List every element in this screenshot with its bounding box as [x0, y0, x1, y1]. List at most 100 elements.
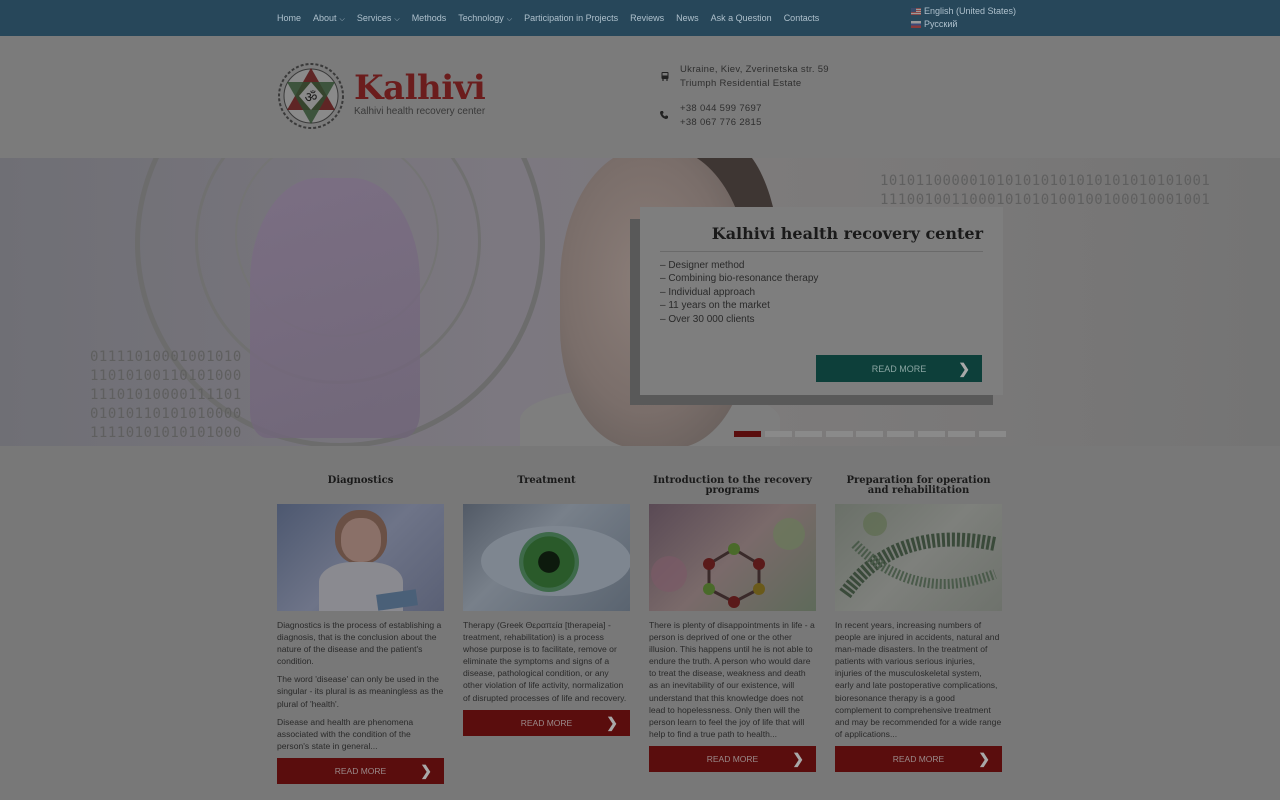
- button-label: READ MORE: [520, 717, 573, 728]
- slider-read-more-button[interactable]: READ MORE ❯: [816, 355, 982, 382]
- slider-dot[interactable]: [917, 431, 945, 437]
- chevron-right-icon: ❯: [792, 750, 804, 767]
- read-more-button[interactable]: READ MORE ❯: [835, 745, 1002, 772]
- language-label: Русский: [924, 19, 958, 29]
- nav-item-methods[interactable]: Methods: [412, 13, 447, 23]
- column-title[interactable]: Introduction to the recovery programs: [649, 466, 816, 504]
- feature-list-item: – 11 years on the market: [660, 300, 770, 312]
- recovery-programs-image[interactable]: [649, 504, 816, 611]
- nav-item-label: Reviews: [630, 13, 665, 23]
- phone-icon: [659, 111, 668, 120]
- diagnostics-image[interactable]: [277, 504, 444, 611]
- phone-numbers: +38 044 599 7697 +38 067 776 2815: [680, 102, 762, 130]
- slider-dot[interactable]: [856, 431, 884, 437]
- slider-dot[interactable]: [886, 431, 914, 437]
- language-label: English (United States): [924, 6, 1017, 16]
- slider-dot[interactable]: [795, 431, 823, 437]
- column-text: Therapy (Greek Θεραπεία [therapeia] - tr…: [463, 619, 630, 704]
- nav-item-label: Technology: [458, 12, 504, 23]
- bus-icon: [661, 72, 669, 81]
- column-title[interactable]: Diagnostics: [277, 466, 444, 504]
- brand-tagline: Kalhivi health recovery center: [354, 106, 486, 117]
- chevron-down-icon: ⌵: [339, 15, 345, 23]
- button-label: READ MORE: [334, 765, 387, 776]
- chevron-right-icon: ❯: [978, 750, 990, 767]
- slider-dot[interactable]: [978, 431, 1006, 437]
- slider-dot[interactable]: [948, 431, 976, 437]
- language-option[interactable]: Русский: [911, 18, 1016, 30]
- nav-item-home[interactable]: Home: [277, 13, 301, 23]
- column-recovery-programs: Introduction to the recovery programs Th…: [649, 466, 816, 772]
- address: Ukraine, Kiev, Zverinetska str. 59 Trium…: [680, 63, 829, 91]
- binary-decoration-left: 01111010001001010 11010100110101000 1110…: [90, 349, 242, 441]
- read-more-button[interactable]: READ MORE ❯: [277, 757, 444, 784]
- column-paragraph: Therapy (Greek Θεραπεία [therapeia] - tr…: [463, 620, 627, 703]
- nav-item-technology[interactable]: Technology ⌵: [458, 13, 512, 24]
- site-header: [0, 36, 1280, 158]
- chevron-right-icon: ❯: [420, 762, 432, 779]
- slider-dot[interactable]: [764, 431, 792, 437]
- read-more-button[interactable]: READ MORE ❯: [649, 745, 816, 772]
- column-text: There is plenty of disappointments in li…: [649, 619, 816, 740]
- phone-2[interactable]: +38 067 776 2815: [680, 116, 762, 130]
- nav-item-participation-in-projects[interactable]: Participation in Projects: [524, 13, 618, 23]
- molecule-illustration: [651, 518, 805, 608]
- column-diagnostics: Diagnostics Diagnostics is the process o…: [277, 466, 444, 784]
- language-option[interactable]: English (United States): [911, 5, 1016, 17]
- nav-item-label: About: [313, 12, 337, 23]
- nav-item-label: News: [676, 13, 699, 23]
- slider-title: Kalhivi health recovery center: [711, 224, 983, 243]
- nav-item-news[interactable]: News: [676, 13, 699, 23]
- button-label: READ MORE: [871, 363, 927, 374]
- phone-1[interactable]: +38 044 599 7697: [680, 102, 762, 116]
- nav-item-about[interactable]: About ⌵: [313, 13, 345, 24]
- read-more-button[interactable]: READ MORE ❯: [463, 709, 630, 736]
- nav-item-services[interactable]: Services ⌵: [357, 13, 400, 24]
- svg-text:ॐ: ॐ: [305, 90, 318, 106]
- column-title[interactable]: Treatment: [463, 466, 630, 504]
- nav-item-label: Participation in Projects: [524, 13, 619, 23]
- ru-flag-icon: [911, 20, 921, 28]
- brand-name[interactable]: Kalhivi: [354, 68, 486, 108]
- dna-illustration: [839, 512, 997, 599]
- column-text: Diagnostics is the process of establishi…: [277, 619, 444, 752]
- chevron-right-icon: ❯: [606, 714, 618, 731]
- kalhivi-logo-icon[interactable]: ॐ: [277, 62, 345, 130]
- chevron-down-icon: ⌵: [506, 15, 513, 23]
- slider-pagination: [734, 431, 1009, 437]
- column-preparation: Preparation for operation and rehabilita…: [835, 466, 1002, 772]
- chevron-down-icon: ⌵: [394, 15, 400, 23]
- nav-item-label: Ask a Question: [710, 13, 772, 23]
- button-label: READ MORE: [706, 753, 759, 764]
- slider-feature-list: – Designer method – Combining bio-resonan…: [660, 259, 818, 326]
- main-menu: Home About ⌵ Services ⌵ Methods Technology ⌵ Par…: [277, 0, 831, 36]
- binary-decoration-right: 1010110000010101010101010101010101001 11…: [880, 173, 1211, 208]
- slider-dot[interactable]: [734, 431, 761, 437]
- nav-item-ask-a-question[interactable]: Ask a Question: [711, 13, 772, 23]
- feature-list-item: – Designer method: [660, 260, 745, 271]
- slider-dot[interactable]: [825, 431, 853, 437]
- chevron-right-icon: ❯: [958, 360, 970, 376]
- nav-item-label: Services: [356, 12, 392, 23]
- column-text: In recent years, increasing numbers of p…: [835, 619, 1002, 740]
- nav-item-contacts[interactable]: Contacts: [784, 13, 820, 23]
- button-label: READ MORE: [892, 753, 945, 764]
- column-paragraph: In recent years, increasing numbers of p…: [835, 620, 1002, 739]
- hand-image: [250, 178, 420, 438]
- column-treatment: Treatment Therapy (Greek Θεραπεία [thera…: [463, 466, 630, 736]
- treatment-image[interactable]: [463, 504, 630, 611]
- address-line-1: Ukraine, Kiev, Zverinetska str. 59: [680, 64, 829, 75]
- feature-list-item: – Individual approach: [660, 286, 756, 298]
- top-navigation-bar: Home About ⌵ Services ⌵ Methods Technology ⌵ Par…: [0, 0, 1280, 36]
- divider: [660, 251, 983, 252]
- column-title[interactable]: Preparation for operation and rehabilita…: [835, 466, 1002, 504]
- nav-item-label: Home: [277, 13, 302, 23]
- feature-list-item: – Over 30 000 clients: [660, 313, 755, 325]
- preparation-image[interactable]: [835, 504, 1002, 611]
- column-paragraph: There is plenty of disappointments in li…: [649, 620, 815, 739]
- column-paragraph: Disease and health are phenomena associa…: [277, 716, 414, 751]
- feature-list-item: – Combining bio-resonance therapy: [660, 273, 819, 285]
- address-line-2: Triumph Residential Estate: [680, 78, 802, 89]
- nav-item-reviews[interactable]: Reviews: [630, 13, 664, 23]
- nav-item-label: Contacts: [783, 13, 820, 23]
